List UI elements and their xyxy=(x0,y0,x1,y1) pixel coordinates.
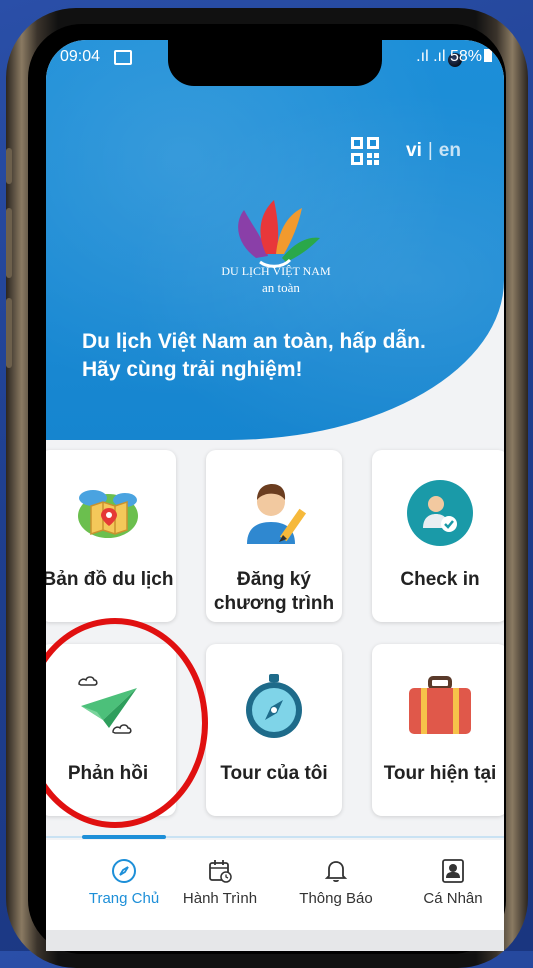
feature-label-check-in: Check in xyxy=(400,569,480,590)
mute-switch xyxy=(6,148,12,184)
hero-tagline-line1: Du lịch Việt Nam an toàn, hấp dẫn. xyxy=(82,330,426,353)
calendar-icon xyxy=(209,860,232,883)
feature-card-my-tour[interactable]: Tour của tôi xyxy=(206,644,342,816)
language-en[interactable]: en xyxy=(439,140,461,161)
nav-label-notifications: Thông Báo xyxy=(299,890,373,907)
feature-card-current-tour[interactable]: Tour hiện tại xyxy=(372,644,504,816)
app-screen: 09:04 .ıl .ıl 58% vi | en DU LỊCH VIỆT NAM… xyxy=(46,40,504,951)
feature-label-travel-map: Bản đồ du lịch xyxy=(46,569,174,590)
profile-icon xyxy=(442,859,464,883)
nav-item-itinerary[interactable]: Hành Trình xyxy=(163,858,277,907)
compass-nav-icon xyxy=(112,859,136,883)
feature-card-register-program[interactable]: Đăng ký chương trình xyxy=(206,450,342,622)
language-vi[interactable]: vi xyxy=(406,140,422,161)
image-notification-icon xyxy=(114,50,132,65)
feature-label-register-program: Đăng ký chương trình xyxy=(213,569,335,614)
language-switcher: vi | en xyxy=(406,140,461,162)
status-time: 09:04 xyxy=(60,48,101,65)
battery-icon xyxy=(484,49,492,62)
nav-label-profile: Cá Nhân xyxy=(423,890,483,907)
compass-icon xyxy=(246,674,302,738)
feature-card-travel-map[interactable]: Bản đồ du lịch xyxy=(46,450,176,622)
register-icon xyxy=(247,484,307,544)
hero-tagline-line2: Hãy cùng trải nghiệm! xyxy=(82,358,303,381)
qr-code-icon[interactable] xyxy=(350,136,380,166)
language-separator: | xyxy=(427,140,433,161)
nav-divider xyxy=(46,835,504,839)
volume-down-button xyxy=(6,298,12,368)
status-bar: 09:04 .ıl .ıl 58% xyxy=(46,40,504,80)
nav-label-itinerary: Hành Trình xyxy=(182,890,258,907)
highlight-annotation-circle xyxy=(46,618,208,828)
feature-card-check-in[interactable]: Check in xyxy=(372,450,504,622)
check-in-icon xyxy=(407,480,473,546)
nav-label-home: Trang Chủ xyxy=(88,890,160,907)
bottom-navigation: Trang Chủ Hành Trình Thông Báo Cá Nhân xyxy=(46,840,504,930)
signal-icon: .ıl .ıl xyxy=(416,48,446,65)
logo-title: DU LỊCH VIỆT NAM xyxy=(221,264,331,278)
nav-active-indicator xyxy=(82,835,166,839)
suitcase-icon xyxy=(409,676,471,734)
nav-item-profile[interactable]: Cá Nhân xyxy=(396,858,504,907)
nav-item-notifications[interactable]: Thông Báo xyxy=(279,858,393,907)
feature-label-my-tour: Tour của tôi xyxy=(220,763,328,784)
status-right: .ıl .ıl 58% xyxy=(416,48,492,66)
hero-tagline: Du lịch Việt Nam an toàn, hấp dẫn. Hãy c… xyxy=(82,328,442,384)
bell-icon xyxy=(324,861,348,883)
volume-up-button xyxy=(6,208,12,278)
logo-subtitle: an toàn xyxy=(262,280,300,295)
map-icon xyxy=(78,490,138,538)
system-bottom-bar xyxy=(46,930,504,951)
feature-label-current-tour: Tour hiện tại xyxy=(383,763,497,784)
battery-percent: 58% xyxy=(449,48,482,65)
